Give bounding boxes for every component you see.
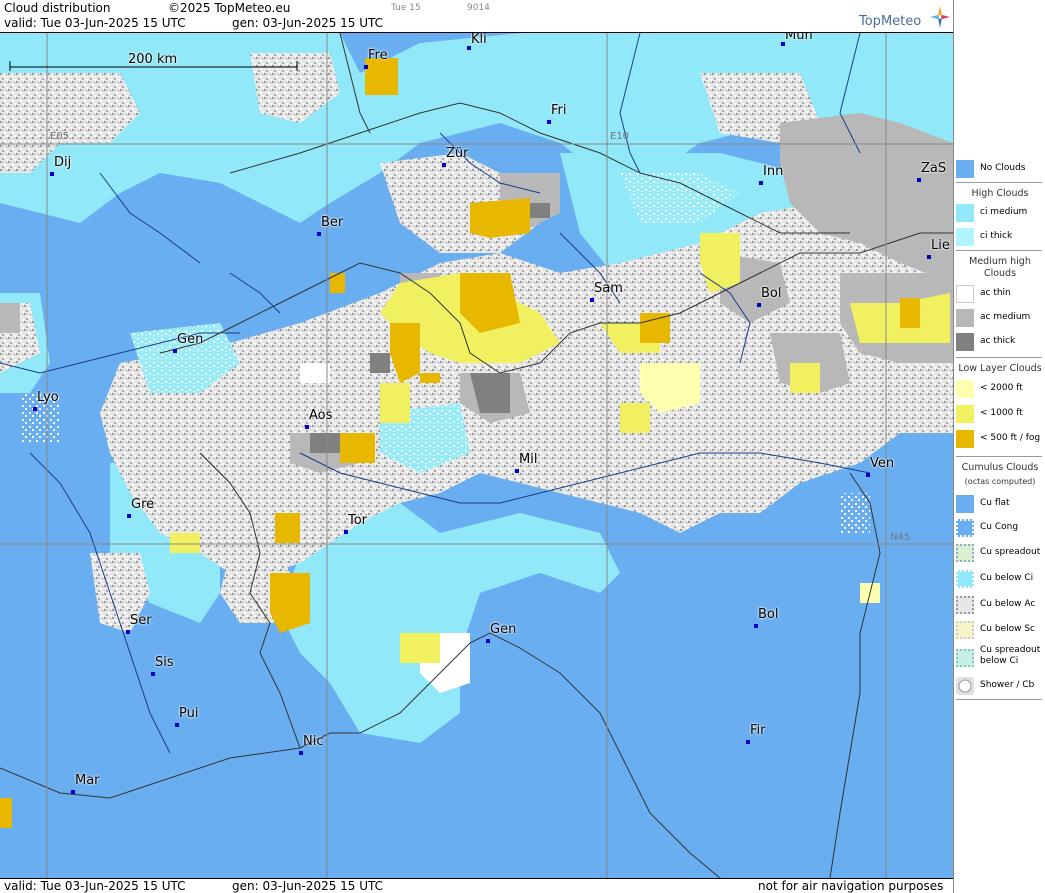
legend-cu-flat: Cu flat <box>956 492 1044 516</box>
city-marker-icon <box>127 514 131 518</box>
legend-swatch-ac-thick <box>956 333 974 351</box>
legend-swatch-ci-thick <box>956 228 974 246</box>
city-marker-icon <box>442 163 446 167</box>
legend-cu-below-sc: Cu below Sc <box>956 618 1044 642</box>
legend-ci-thick: ci thick <box>956 225 1044 249</box>
legend-swatch-no-clouds <box>956 160 974 178</box>
compass-star-icon <box>930 6 950 28</box>
city-marker-icon <box>299 751 303 755</box>
legend-heading-low-layer-clouds: Low Layer Clouds <box>958 363 1042 374</box>
legend-low-2000: < 2000 ft <box>956 377 1044 401</box>
footer: valid: Tue 03-Jun-2025 15 UTC gen: 03-Ju… <box>0 878 953 893</box>
legend-octas-note: (octas computed) <box>964 477 1036 486</box>
legend-panel: No Clouds High Clouds ci medium ci thick… <box>953 0 1045 893</box>
logo-text: TopMeteo <box>859 14 922 29</box>
copyright: ©2025 TopMeteo.eu <box>168 1 291 15</box>
legend-no-clouds: No Clouds <box>956 157 1044 181</box>
header: Cloud distribution ©2025 TopMeteo.eu Tue… <box>0 0 953 33</box>
legend-shower-cb: Shower / Cb <box>956 674 1044 698</box>
city-marker-icon <box>927 255 931 259</box>
legend-ac-medium: ac medium <box>956 306 1044 330</box>
city-marker-icon <box>151 672 155 676</box>
legend-swatch-shower-cb <box>956 677 974 695</box>
city-marker-icon <box>866 473 870 477</box>
city-marker-icon <box>71 790 75 794</box>
legend-swatch-cu-spreadout-below-ci <box>956 649 974 667</box>
city-marker-icon <box>757 303 761 307</box>
city-marker-icon <box>486 639 490 643</box>
legend-swatch-low-1000 <box>956 405 974 423</box>
legend-divider <box>956 357 1042 358</box>
city-marker-icon <box>33 407 37 411</box>
city-marker-icon <box>364 65 368 69</box>
legend-swatch-ac-thin <box>956 285 974 303</box>
footer-valid-time: valid: Tue 03-Jun-2025 15 UTC <box>4 879 186 893</box>
legend-swatch-cu-spreadout <box>956 544 974 562</box>
legend-swatch-cu-below-ci <box>956 570 974 588</box>
city-marker-icon <box>305 425 309 429</box>
grid-label-e05: E05 <box>50 131 70 142</box>
legend-swatch-low-500 <box>956 430 974 448</box>
city-marker-icon <box>759 181 763 185</box>
run-code: 9014 <box>467 3 490 13</box>
legend-heading-high-clouds: High Clouds <box>971 188 1029 199</box>
legend-cu-below-ci: Cu below Ci <box>956 567 1044 591</box>
city-marker-icon <box>754 624 758 628</box>
legend-divider <box>956 182 1042 183</box>
legend-divider <box>956 250 1042 251</box>
scale-label: 200 km <box>128 52 178 67</box>
city-marker-icon <box>317 232 321 236</box>
legend-ac-thick: ac thick <box>956 330 1044 354</box>
map-title: Cloud distribution <box>4 1 111 15</box>
shower-cloud-icon <box>958 679 972 693</box>
legend-swatch-ac-medium <box>956 309 974 327</box>
legend-swatch-ci-medium <box>956 204 974 222</box>
city-marker-icon <box>590 298 594 302</box>
legend-ac-thin: ac thin <box>956 282 1044 306</box>
legend-swatch-cu-flat <box>956 495 974 513</box>
city-marker-icon <box>175 723 179 727</box>
cloud-map[interactable]: E05 E10 N45 200 km Fre Kli Mun Fri Dij Z… <box>0 33 953 878</box>
grid-label-e10: E10 <box>610 131 630 142</box>
legend-ci-medium: ci medium <box>956 201 1044 225</box>
legend-swatch-cu-cong <box>956 519 974 537</box>
legend-heading-medium-high-clouds: Medium high Clouds <box>969 256 1031 279</box>
footer-generated-time: gen: 03-Jun-2025 15 UTC <box>232 879 384 893</box>
legend-swatch-cu-below-sc <box>956 621 974 639</box>
city-marker-icon <box>173 349 177 353</box>
generated-time: gen: 03-Jun-2025 15 UTC <box>232 16 384 30</box>
city-marker-icon <box>515 469 519 473</box>
city-marker-icon <box>746 740 750 744</box>
footer-disclaimer: not for air navigation purposes <box>758 879 944 893</box>
legend-divider <box>956 456 1042 457</box>
legend-heading-cumulus-clouds: Cumulus Clouds <box>961 462 1039 473</box>
city-marker-icon <box>126 630 130 634</box>
map-canvas <box>0 33 953 878</box>
day-tag: Tue 15 <box>391 3 421 13</box>
legend-swatch-low-2000 <box>956 380 974 398</box>
legend-low-500: < 500 ft / fog <box>956 427 1044 451</box>
city-marker-icon <box>917 178 921 182</box>
legend-divider <box>956 699 1042 700</box>
legend-low-1000: < 1000 ft <box>956 402 1044 426</box>
topmeteo-logo[interactable]: TopMeteo <box>859 4 950 30</box>
city-marker-icon <box>547 120 551 124</box>
legend-swatch-cu-below-ac <box>956 596 974 614</box>
valid-time: valid: Tue 03-Jun-2025 15 UTC <box>4 16 186 30</box>
city-marker-icon <box>50 172 54 176</box>
city-marker-icon <box>344 530 348 534</box>
legend-cu-below-ac: Cu below Ac <box>956 593 1044 617</box>
legend-cu-spreadout: Cu spreadout <box>956 541 1044 565</box>
legend-cu-cong: Cu Cong <box>956 516 1044 540</box>
legend-cu-spreadout-below-ci: Cu spreadout below Ci <box>956 643 1044 673</box>
grid-label-n45: N45 <box>890 532 911 543</box>
